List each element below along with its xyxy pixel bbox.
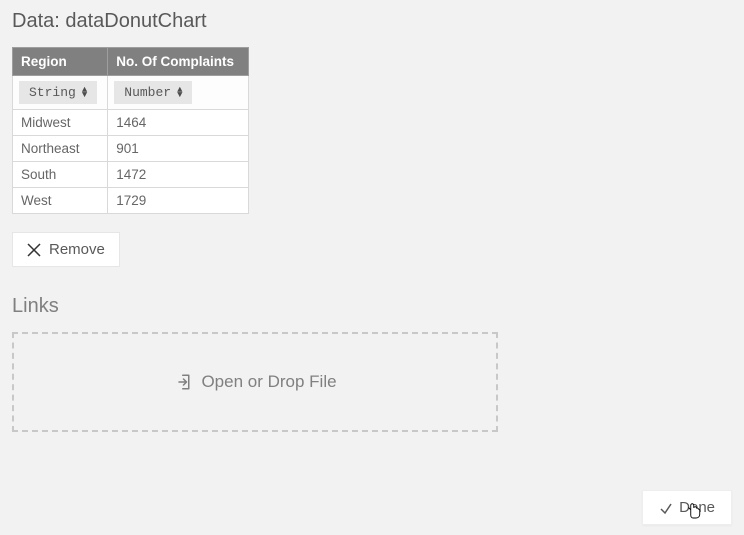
table-type-row: String ▲▼ Number ▲▼	[13, 76, 249, 110]
cell-complaints[interactable]: 1472	[108, 162, 249, 188]
type-selector-region[interactable]: String ▲▼	[19, 81, 97, 104]
dropzone-label: Open or Drop File	[201, 372, 336, 392]
table-row: Northeast 901	[13, 136, 249, 162]
sort-icon: ▲▼	[177, 88, 182, 98]
done-button-label: Done	[679, 499, 715, 516]
table-row: South 1472	[13, 162, 249, 188]
table-row: Midwest 1464	[13, 110, 249, 136]
remove-button[interactable]: Remove	[12, 232, 120, 267]
links-section-title: Links	[12, 295, 732, 318]
check-icon	[659, 501, 673, 515]
data-header-title: Data: dataDonutChart	[12, 10, 732, 33]
done-button[interactable]: Done	[642, 490, 732, 525]
type-selector-label: Number	[124, 85, 171, 100]
type-selector-complaints[interactable]: Number ▲▼	[114, 81, 192, 104]
cell-complaints[interactable]: 1729	[108, 188, 249, 214]
cell-complaints[interactable]: 1464	[108, 110, 249, 136]
table-header-row: Region No. Of Complaints	[13, 48, 249, 76]
cell-region[interactable]: Northeast	[13, 136, 108, 162]
cell-region[interactable]: Midwest	[13, 110, 108, 136]
cell-complaints[interactable]: 901	[108, 136, 249, 162]
close-icon	[27, 243, 41, 257]
table-row: West 1729	[13, 188, 249, 214]
col-header-region[interactable]: Region	[13, 48, 108, 76]
cell-region[interactable]: West	[13, 188, 108, 214]
links-drop-zone[interactable]: Open or Drop File	[12, 332, 498, 432]
type-selector-label: String	[29, 85, 76, 100]
open-file-icon	[173, 373, 191, 391]
data-table: Region No. Of Complaints String ▲▼ Numbe…	[12, 47, 249, 214]
cell-region[interactable]: South	[13, 162, 108, 188]
col-header-complaints[interactable]: No. Of Complaints	[108, 48, 249, 76]
sort-icon: ▲▼	[82, 88, 87, 98]
remove-button-label: Remove	[49, 241, 105, 258]
